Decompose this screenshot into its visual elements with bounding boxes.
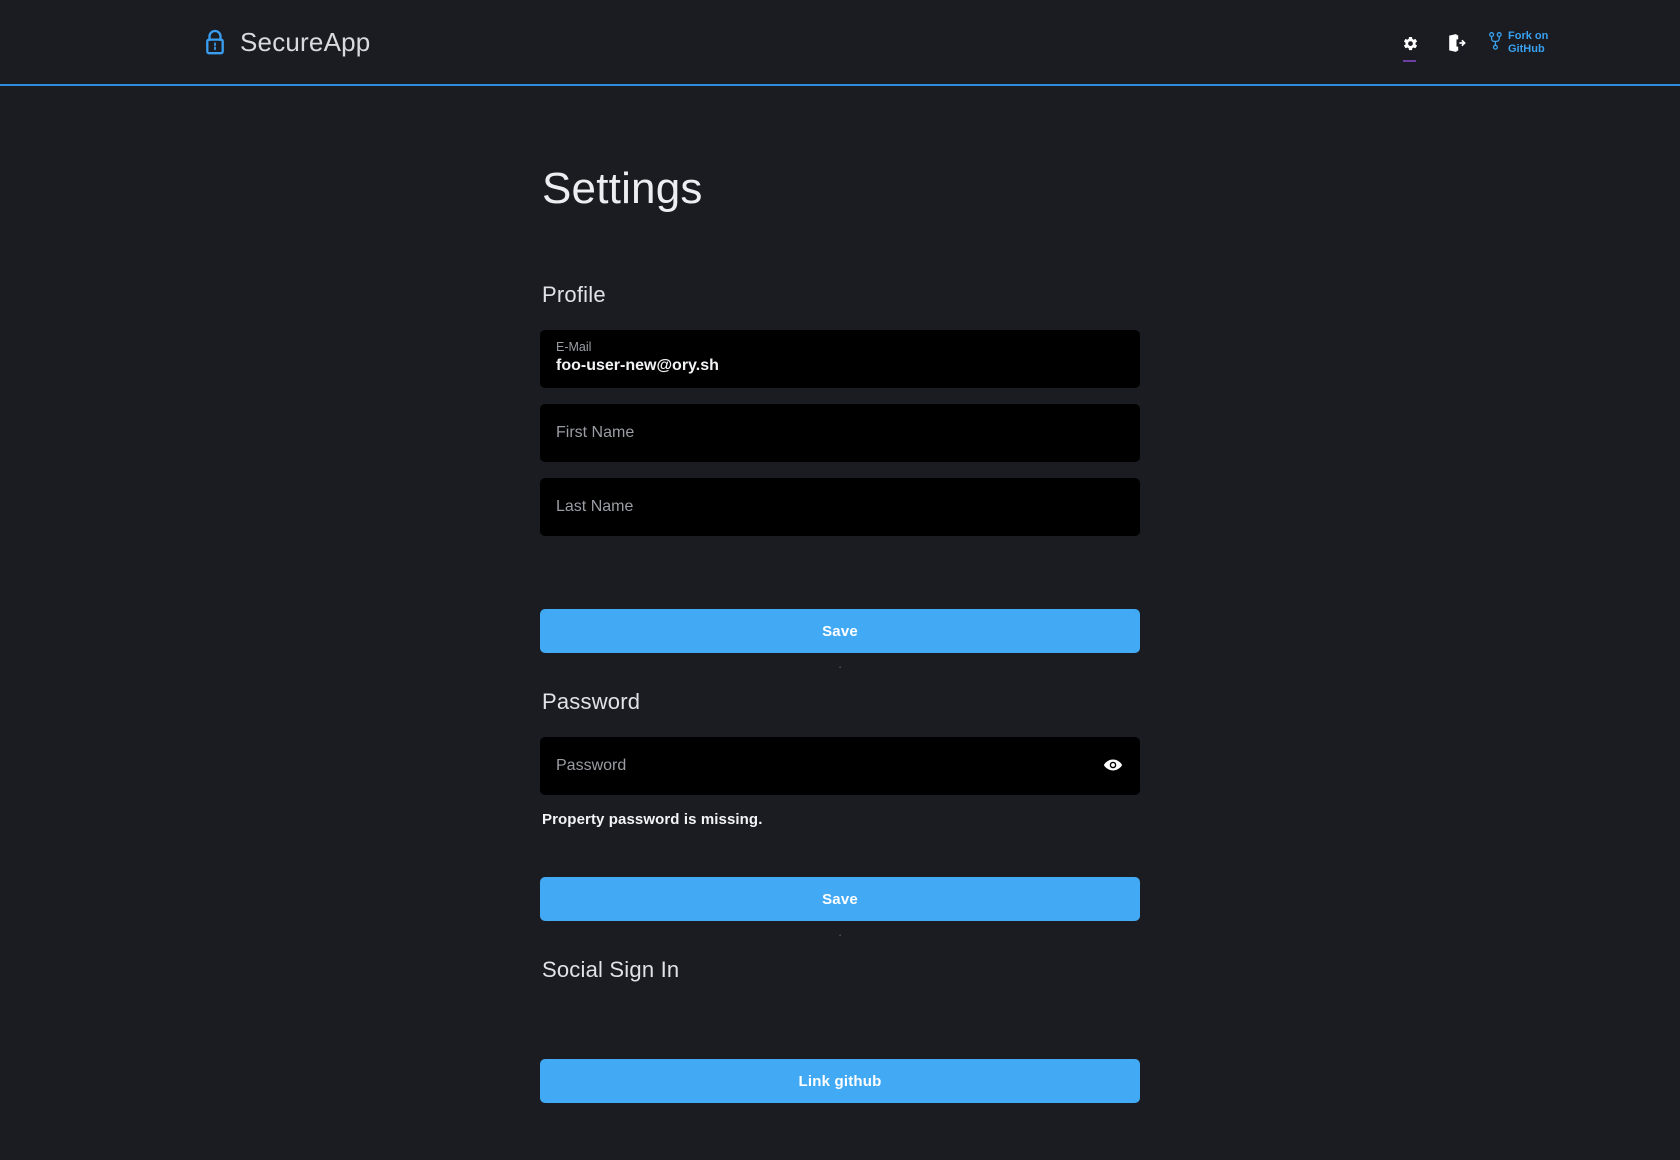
lock-icon — [204, 29, 226, 55]
settings-button[interactable] — [1397, 30, 1423, 56]
gear-icon — [1401, 34, 1420, 53]
password-section-title: Password — [542, 689, 1140, 715]
page-title: Settings — [542, 164, 1140, 214]
password-placeholder: Password — [556, 756, 1124, 777]
eye-icon — [1103, 758, 1123, 775]
logout-icon — [1446, 33, 1466, 53]
profile-section-title: Profile — [542, 282, 1140, 308]
brand-name: SecureApp — [240, 29, 370, 55]
password-separator-dot: . — [540, 921, 1140, 933]
spacer — [540, 828, 1140, 877]
spacer — [540, 552, 1140, 609]
last-name-placeholder: Last Name — [556, 497, 1124, 518]
brand-logo[interactable]: SecureApp — [204, 29, 370, 55]
last-name-field[interactable]: Last Name — [540, 478, 1140, 536]
social-section-title: Social Sign In — [542, 957, 1140, 983]
email-field[interactable]: E-Mail foo-user-new@ory.sh — [540, 330, 1140, 388]
email-field-value: foo-user-new@ory.sh — [556, 356, 1124, 377]
first-name-placeholder: First Name — [556, 423, 1124, 444]
logout-button[interactable] — [1443, 30, 1469, 56]
settings-card: Settings Profile E-Mail foo-user-new@ory… — [540, 164, 1140, 1103]
password-error-message: Property password is missing. — [542, 811, 1140, 828]
main-content: Settings Profile E-Mail foo-user-new@ory… — [0, 86, 1680, 1103]
spacer — [540, 1005, 1140, 1059]
password-field[interactable]: Password — [540, 737, 1140, 795]
first-name-field[interactable]: First Name — [540, 404, 1140, 462]
profile-save-button[interactable]: Save — [540, 609, 1140, 653]
fork-on-github-link[interactable]: Fork onGitHub — [1489, 30, 1552, 55]
password-save-button[interactable]: Save — [540, 877, 1140, 921]
active-indicator — [1403, 60, 1416, 62]
fork-label-line1: Fork on — [1508, 30, 1548, 42]
email-field-label: E-Mail — [556, 339, 1124, 355]
app-header: SecureApp — [0, 0, 1680, 86]
fork-link-label: Fork onGitHub — [1508, 30, 1552, 55]
fork-label-line2: GitHub — [1508, 43, 1545, 55]
profile-separator-dot: . — [540, 653, 1140, 665]
git-fork-icon — [1489, 32, 1502, 54]
header-actions: Fork onGitHub — [1397, 0, 1552, 86]
link-github-button[interactable]: Link github — [540, 1059, 1140, 1103]
toggle-password-visibility-button[interactable] — [1102, 755, 1124, 777]
